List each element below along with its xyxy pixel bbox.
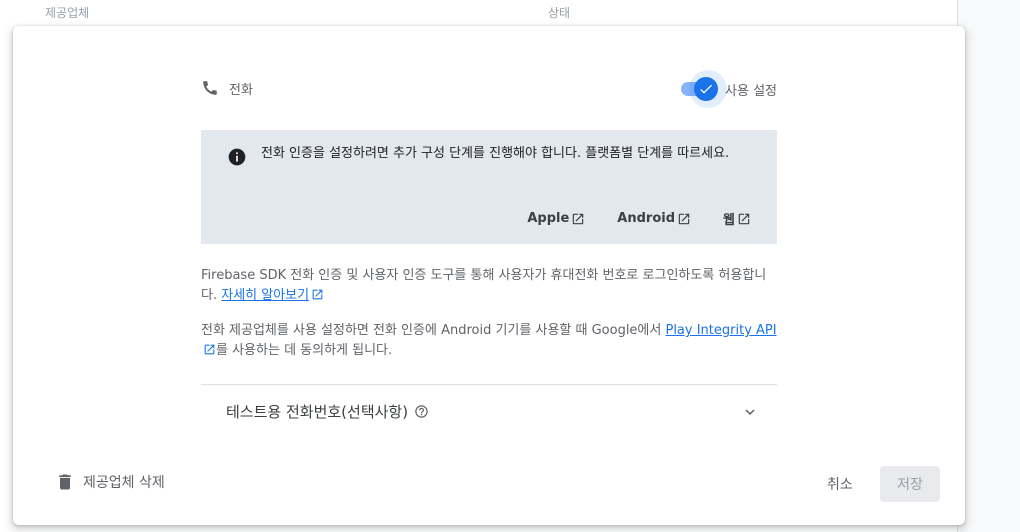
- android-link[interactable]: Android: [617, 209, 691, 228]
- notice-text-before: 전화 제공업체를 사용 설정하면 전화 인증에 Android 기기를 사용할 …: [201, 323, 666, 338]
- android-link-label: Android: [617, 211, 676, 226]
- toggle-track[interactable]: [681, 70, 728, 108]
- provider-title: 전화: [201, 76, 253, 100]
- provider-name: 전화: [229, 82, 253, 98]
- column-header-provider: 제공업체: [45, 6, 90, 20]
- delete-provider-button[interactable]: 제공업체 삭제: [55, 472, 165, 492]
- web-link-label: 웹: [723, 213, 735, 228]
- web-link[interactable]: 웹: [723, 209, 751, 228]
- test-numbers-title: 테스트용 전화번호(선택사항): [226, 401, 429, 422]
- page-edge: [958, 0, 1020, 532]
- phone-provider-dialog: 전화 사용 설정 전화 인증을 설정하려면 추가 구성 단계를 진행해야 합니다…: [13, 26, 965, 525]
- open-in-new-icon: [738, 213, 750, 224]
- open-in-new-icon: [312, 289, 323, 300]
- check-icon: [700, 84, 713, 94]
- provider-header: 전화 사용 설정: [201, 70, 777, 108]
- learn-more-link[interactable]: 자세히 알아보기: [221, 288, 309, 303]
- play-integrity-notice: 전화 제공업체를 사용 설정하면 전화 인증에 Android 기기를 사용할 …: [201, 321, 777, 361]
- enable-toggle[interactable]: 사용 설정: [681, 70, 777, 108]
- open-in-new-icon: [573, 213, 584, 224]
- trash-icon: [59, 474, 71, 490]
- save-button[interactable]: 저장: [880, 466, 940, 502]
- platform-links: Apple Android 웹: [527, 209, 751, 228]
- apple-link-label: Apple: [527, 211, 570, 226]
- info-icon: [228, 148, 246, 166]
- open-in-new-icon: [678, 213, 690, 224]
- test-numbers-label: 테스트용 전화번호(선택사항): [226, 403, 409, 421]
- open-in-new-icon: [204, 344, 215, 355]
- play-integrity-link[interactable]: Play Integrity API: [665, 323, 776, 338]
- help-icon[interactable]: [414, 404, 429, 419]
- setup-info-box: 전화 인증을 설정하려면 추가 구성 단계를 진행해야 합니다. 플랫폼별 단계…: [201, 130, 777, 244]
- background-table-header: 제공업체 상태: [0, 0, 958, 24]
- toggle-thumb[interactable]: [694, 77, 719, 101]
- apple-link[interactable]: Apple: [527, 209, 585, 228]
- cancel-button[interactable]: 취소: [813, 466, 867, 502]
- delete-provider-label: 제공업체 삭제: [83, 475, 165, 491]
- column-header-status: 상태: [548, 6, 571, 20]
- phone-icon: [203, 81, 217, 95]
- test-phone-numbers-expander[interactable]: 테스트용 전화번호(선택사항): [201, 385, 777, 437]
- provider-description: Firebase SDK 전화 인증 및 사용자 인증 도구를 통해 사용자가 …: [201, 266, 777, 306]
- info-text: 전화 인증을 설정하려면 추가 구성 단계를 진행해야 합니다. 플랫폼별 단계…: [261, 146, 730, 161]
- toggle-label: 사용 설정: [725, 83, 777, 99]
- chevron-down-icon[interactable]: [741, 403, 759, 421]
- notice-text-after: 를 사용하는 데 동의하게 됩니다.: [216, 343, 393, 358]
